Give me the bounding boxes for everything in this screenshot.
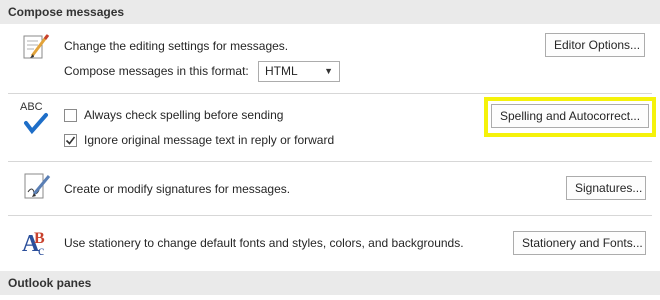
chevron-down-icon: ▼ — [324, 66, 333, 76]
editing-description: Change the editing settings for messages… — [64, 39, 289, 53]
section-title-compose: Compose messages — [8, 5, 125, 19]
ignore-original-checkbox[interactable] — [64, 134, 77, 147]
format-select-value: HTML — [265, 64, 298, 78]
section-title-outlook-panes: Outlook panes — [8, 276, 92, 290]
divider — [8, 161, 652, 162]
signatures-description: Create or modify signatures for messages… — [64, 182, 291, 196]
signatures-button[interactable]: Signatures... — [566, 176, 646, 200]
stationery-description: Use stationery to change default fonts a… — [64, 236, 464, 250]
stationery-fonts-icon: A B c — [20, 225, 54, 259]
always-check-spelling-label: Always check spelling before sending — [84, 108, 284, 122]
section-header-outlook-panes: Outlook panes — [0, 271, 660, 295]
signature-icon — [22, 170, 52, 202]
ignore-original-label: Ignore original message text in reply or… — [84, 133, 335, 147]
edit-document-icon — [20, 30, 52, 62]
checkmark-icon — [65, 136, 76, 145]
format-label: Compose messages in this format: — [64, 64, 249, 78]
divider — [8, 215, 652, 216]
spell-check-icon: ABC — [20, 101, 54, 137]
stationery-fonts-button[interactable]: Stationery and Fonts... — [513, 231, 646, 255]
section-header-compose: Compose messages — [0, 0, 660, 24]
svg-text:c: c — [38, 244, 44, 259]
format-select[interactable]: HTML ▼ — [258, 61, 340, 82]
spelling-autocorrect-button[interactable]: Spelling and Autocorrect... — [491, 104, 649, 128]
editor-options-button[interactable]: Editor Options... — [545, 33, 645, 57]
always-check-spelling-checkbox[interactable] — [64, 109, 77, 122]
divider — [8, 93, 652, 94]
